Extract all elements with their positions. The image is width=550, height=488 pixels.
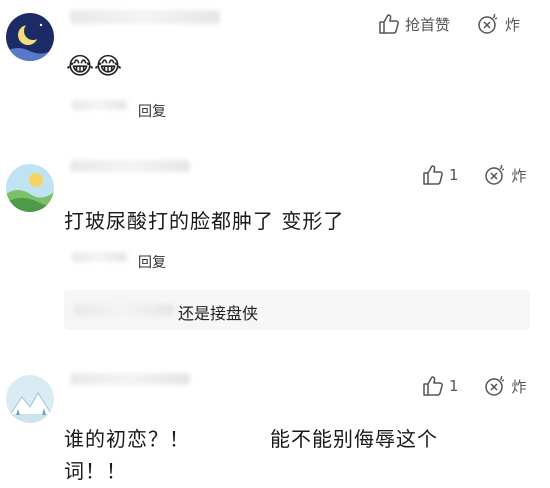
bomb-button[interactable]: 炸 <box>483 374 527 398</box>
username-blurred <box>70 160 190 172</box>
like-count: 1 <box>449 377 459 395</box>
bomb-icon <box>478 13 498 34</box>
snow-mountain-avatar-image <box>6 375 54 423</box>
reply-button[interactable]: 回复 <box>138 252 166 272</box>
reply-button[interactable]: 回复 <box>138 101 166 121</box>
bomb-label: 炸 <box>505 15 521 34</box>
username-blurred <box>70 373 190 385</box>
moon-night-avatar-image <box>6 13 54 61</box>
comment-actions: 抢首赞 炸 <box>378 12 520 36</box>
bomb-button[interactable]: 炸 <box>476 12 520 36</box>
comment-text-line1b: 能不能别侮辱这个 <box>270 427 438 451</box>
comment-actions: 1 炸 <box>422 374 527 398</box>
user-avatar[interactable] <box>6 13 54 61</box>
like-button[interactable]: 1 <box>422 164 459 186</box>
sub-reply-user-blurred <box>74 304 174 316</box>
thumbs-up-icon <box>423 165 443 185</box>
comment-actions: 1 炸 <box>422 163 527 187</box>
timestamp-blurred <box>72 252 127 262</box>
thumbs-up-icon <box>423 376 443 396</box>
like-button[interactable]: 1 <box>422 375 459 397</box>
bomb-icon <box>484 375 504 396</box>
sub-reply-text: 还是接盘侠 <box>178 304 259 323</box>
like-button[interactable]: 抢首赞 <box>378 13 450 35</box>
landscape-avatar-image <box>6 164 54 212</box>
username-blurred <box>70 10 220 24</box>
bomb-label: 炸 <box>511 377 527 396</box>
timestamp-blurred <box>72 100 127 110</box>
sub-reply-box[interactable]: 还是接盘侠 <box>64 290 530 330</box>
bomb-label: 炸 <box>511 166 527 185</box>
bomb-button[interactable]: 炸 <box>483 163 527 187</box>
user-avatar[interactable] <box>6 164 54 212</box>
comment-text-line1a: 谁的初恋？！ <box>64 427 190 451</box>
comment-text: 😂😂 <box>66 52 123 80</box>
like-count: 1 <box>449 166 459 184</box>
like-label: 抢首赞 <box>405 15 451 34</box>
comment-text-line2: 词！！ <box>64 459 127 483</box>
user-avatar[interactable] <box>6 375 54 423</box>
bomb-icon <box>484 164 504 185</box>
comment-text: 打玻尿酸打的脸都肿了 变形了 <box>64 209 345 233</box>
thumbs-up-icon <box>379 14 399 34</box>
